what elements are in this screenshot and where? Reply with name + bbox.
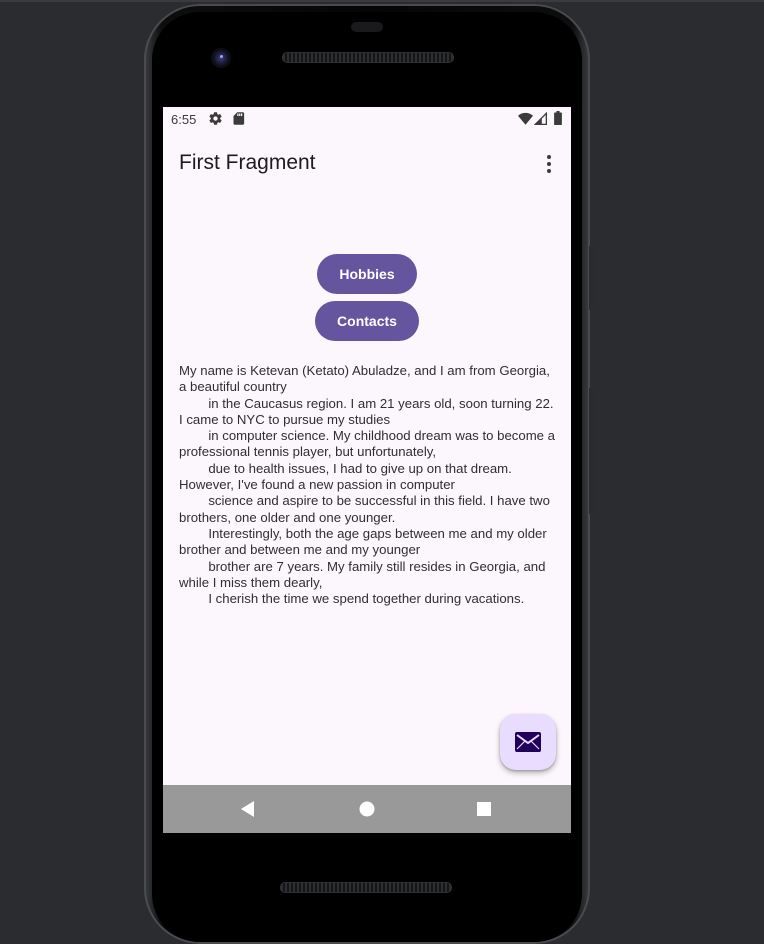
battery-icon [554,111,562,130]
earpiece-speaker [282,52,454,63]
recents-icon[interactable] [474,799,494,819]
status-bar: 6:55 [163,107,571,131]
home-icon[interactable] [357,799,377,819]
more-vert-icon[interactable] [539,153,559,175]
window-top-edge [0,0,764,2]
cell-signal-icon [533,111,547,130]
sd-card-icon [232,111,245,131]
hobbies-button[interactable]: Hobbies [317,254,417,294]
front-camera [211,48,231,68]
wifi-icon [518,112,533,130]
power-button[interactable] [589,246,594,310]
bio-text: My name is Ketevan (Ketato) Abuladze, an… [179,363,556,607]
volume-rocker[interactable] [589,388,594,514]
back-icon[interactable] [238,799,258,819]
settings-gear-icon [208,111,223,131]
app-bar: First Fragment [163,131,571,195]
contacts-button[interactable]: Contacts [315,301,419,341]
page-title: First Fragment [179,151,316,174]
email-fab[interactable] [500,714,556,770]
bottom-speaker [280,882,452,893]
email-icon [515,732,541,752]
status-time: 6:55 [171,112,197,127]
device-screen: 6:55 First Fragment Hobbies Contacts My … [163,107,571,833]
system-nav-bar [163,785,571,833]
proximity-sensor [351,22,383,32]
